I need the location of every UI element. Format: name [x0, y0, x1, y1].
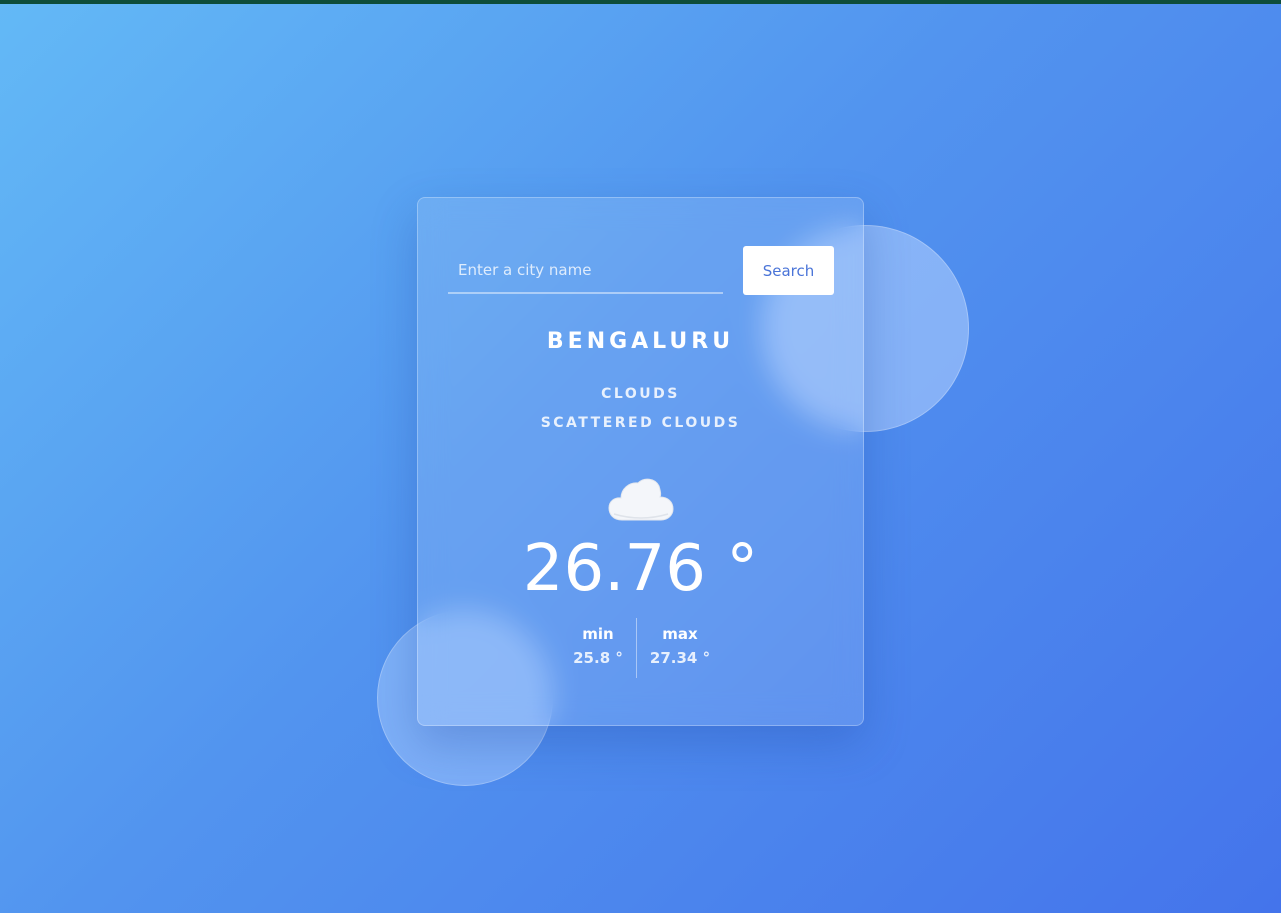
max-label: max	[662, 625, 698, 643]
max-temp-value: 27.34 °	[649, 649, 711, 667]
weather-main: CLOUDS	[601, 386, 680, 402]
city-search-input[interactable]	[448, 248, 723, 294]
weather-page: Search BENGALURU CLOUDS SCATTERED CLOUDS…	[0, 0, 1281, 913]
min-max-container: min 25.8 ° max 27.34 °	[418, 618, 863, 678]
cloud-icon	[608, 478, 674, 521]
max-temp-block: max 27.34 °	[630, 625, 730, 667]
weather-card: Search BENGALURU CLOUDS SCATTERED CLOUDS…	[417, 197, 864, 726]
top-bar	[0, 0, 1281, 4]
search-button[interactable]: Search	[743, 246, 834, 295]
temperature-value: 26.76 °	[522, 532, 759, 606]
city-name: BENGALURU	[546, 329, 735, 354]
weather-description: SCATTERED CLOUDS	[540, 415, 741, 431]
